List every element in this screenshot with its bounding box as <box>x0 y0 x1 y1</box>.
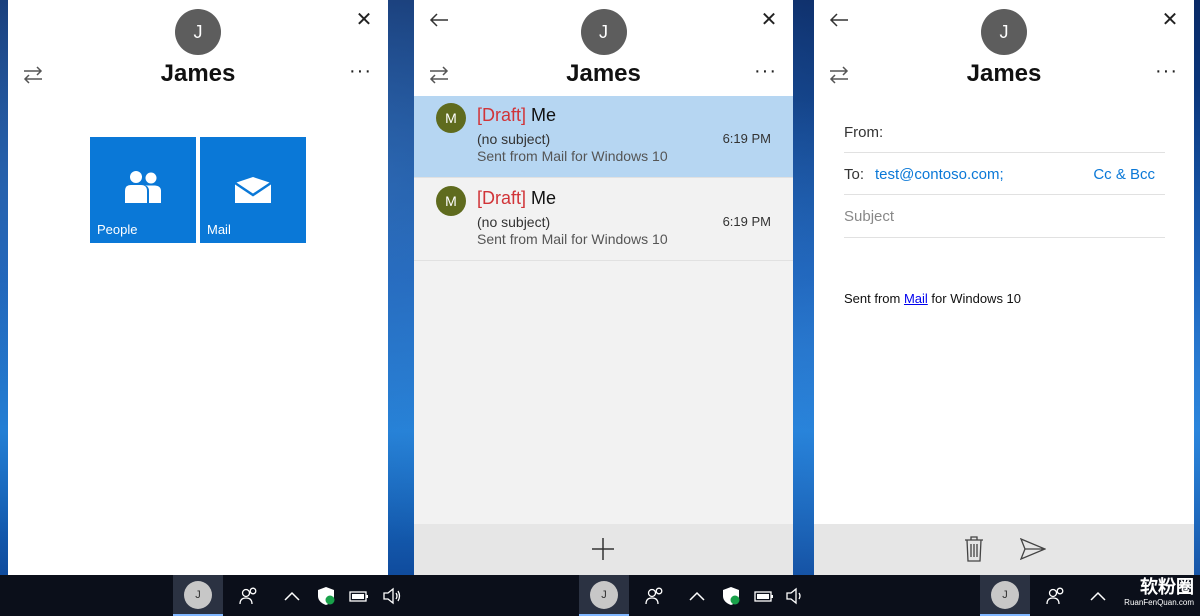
mail-tile-label: Mail <box>207 222 231 237</box>
taskbar-contact-button[interactable]: J <box>980 575 1030 616</box>
message-preview: Sent from Mail for Windows 10 <box>477 231 668 247</box>
contact-name: James <box>566 60 641 87</box>
mail-tile[interactable]: Mail <box>200 137 306 243</box>
volume-icon[interactable] <box>785 586 805 606</box>
message-item[interactable]: M [Draft] Me (no subject) 6:19 PM Sent f… <box>414 179 793 261</box>
draft-tag: [Draft] <box>477 188 527 208</box>
taskbar-avatar: J <box>590 581 618 609</box>
subject-field <box>844 195 1165 238</box>
trash-icon[interactable] <box>964 536 984 562</box>
contact-name: James <box>966 60 1042 87</box>
body-suffix: for Windows 10 <box>927 291 1022 306</box>
mail-icon <box>234 177 272 203</box>
to-field[interactable]: To: test@contoso.com; Cc & Bcc <box>844 152 1165 195</box>
taskbar-avatar: J <box>991 581 1019 609</box>
close-icon[interactable]: ✕ <box>354 10 374 30</box>
volume-icon[interactable] <box>382 586 402 606</box>
people-taskbar-icon[interactable] <box>239 586 259 606</box>
contact-avatar[interactable]: J <box>981 9 1027 55</box>
contact-avatar[interactable]: J <box>580 9 627 55</box>
to-label: To: <box>844 166 865 183</box>
close-icon[interactable]: ✕ <box>1160 10 1180 30</box>
watermark-sub: RuanFenQuan.com <box>1124 598 1194 607</box>
taskbar: J <box>404 575 804 616</box>
sender-avatar: M <box>436 186 466 216</box>
message-subject: (no subject) <box>477 131 551 147</box>
message-preview: Sent from Mail for Windows 10 <box>477 148 668 164</box>
from-field[interactable]: From: <box>844 110 1165 153</box>
message-body[interactable]: Sent from Mail for Windows 10 <box>844 291 1021 306</box>
send-icon[interactable] <box>1020 538 1046 560</box>
to-recipient[interactable]: test@contoso.com; <box>875 166 1004 183</box>
more-icon[interactable]: ··· <box>1155 60 1178 83</box>
contact-panel-home: J ✕ James ··· People Mail <box>8 0 388 575</box>
contact-avatar[interactable]: J <box>175 9 221 55</box>
people-taskbar-icon[interactable] <box>645 586 665 606</box>
watermark-logo: 软粉圈 RuanFenQuan.com <box>1124 576 1194 608</box>
people-icon <box>125 171 161 203</box>
list-command-bar <box>414 524 793 575</box>
back-icon[interactable] <box>828 9 850 31</box>
battery-icon[interactable] <box>754 586 774 606</box>
message-title: [Draft] Me <box>477 105 556 126</box>
taskbar-contact-button[interactable]: J <box>579 575 629 616</box>
taskbar: J <box>0 575 404 616</box>
contact-panel-messages: J ✕ James ··· M [Draft] Me (no subject) … <box>414 0 793 575</box>
close-icon[interactable]: ✕ <box>759 10 779 30</box>
compose-command-bar <box>814 524 1194 575</box>
people-tile-label: People <box>97 222 138 237</box>
watermark-main: 软粉圈 <box>1140 577 1194 597</box>
from-label: From: <box>844 124 884 141</box>
battery-icon[interactable] <box>349 586 369 606</box>
people-tile[interactable]: People <box>90 137 196 243</box>
sender-name: Me <box>531 188 557 208</box>
defender-icon[interactable] <box>316 586 336 606</box>
people-taskbar-icon[interactable] <box>1046 586 1066 606</box>
chevron-up-icon[interactable] <box>687 586 707 606</box>
cc-bcc-button[interactable]: Cc & Bcc <box>1093 166 1155 183</box>
message-item[interactable]: M [Draft] Me (no subject) 6:19 PM Sent f… <box>414 96 793 178</box>
contact-panel-compose: J ✕ James ··· From: To: test@contoso.com… <box>814 0 1194 575</box>
taskbar-avatar: J <box>184 581 212 609</box>
more-icon[interactable]: ··· <box>349 60 372 83</box>
message-time: 6:19 PM <box>722 214 771 229</box>
message-title: [Draft] Me <box>477 188 556 209</box>
subject-input[interactable] <box>844 208 1165 225</box>
sender-name: Me <box>531 105 557 125</box>
contact-name: James <box>160 60 236 87</box>
draft-tag: [Draft] <box>477 105 527 125</box>
chevron-up-icon[interactable] <box>1088 586 1108 606</box>
body-prefix: Sent from <box>844 291 904 306</box>
plus-icon[interactable] <box>591 537 615 561</box>
back-icon[interactable] <box>428 9 450 31</box>
more-icon[interactable]: ··· <box>754 60 777 83</box>
taskbar-contact-button[interactable]: J <box>173 575 223 616</box>
message-subject: (no subject) <box>477 214 551 230</box>
mail-link[interactable]: Mail <box>904 291 928 306</box>
chevron-up-icon[interactable] <box>282 586 302 606</box>
message-time: 6:19 PM <box>722 131 771 146</box>
defender-icon[interactable] <box>721 586 741 606</box>
sender-avatar: M <box>436 103 466 133</box>
